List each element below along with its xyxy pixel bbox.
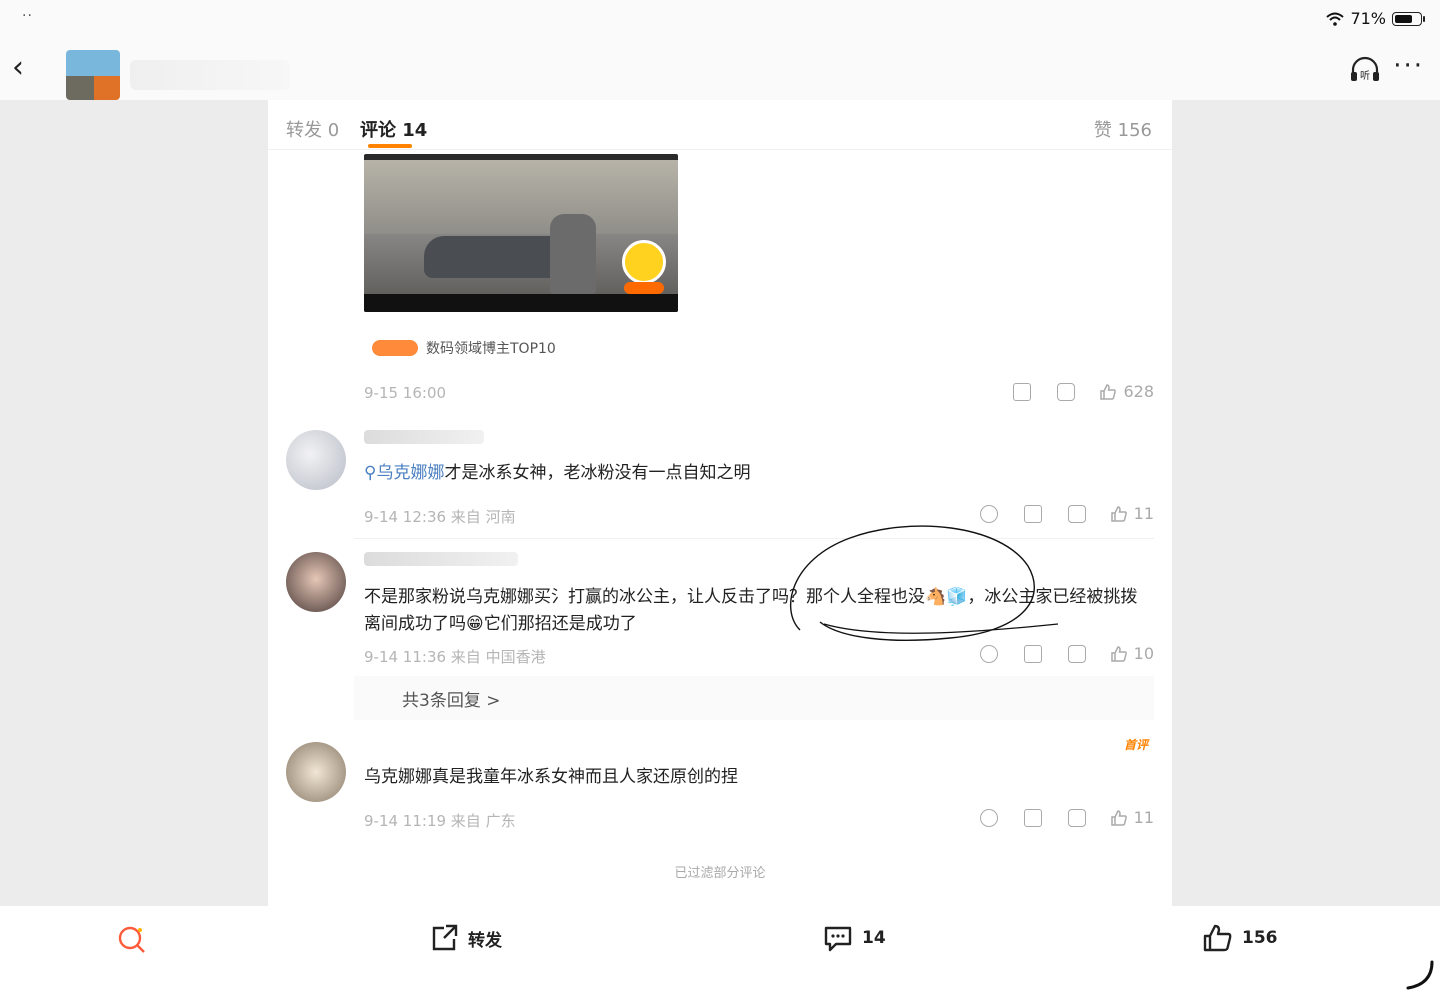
- tab-like[interactable]: 赞 156: [1094, 116, 1152, 142]
- replies-expander[interactable]: 共3条回复 >: [354, 676, 1154, 720]
- comment-text: 乌克娜娜真是我童年冰系女神而且人家还原创的捏: [364, 767, 738, 787]
- headphones-icon[interactable]: 听: [1348, 54, 1382, 84]
- more-icon[interactable]: ···: [1393, 53, 1424, 79]
- blurred-username: [364, 430, 484, 444]
- like-button[interactable]: 156: [1202, 922, 1278, 954]
- status-dots: ··: [22, 8, 33, 24]
- comment-text: ⚲乌克娜娜才是冰系女神，老冰粉没有一点自知之明: [364, 463, 751, 483]
- comment-actions: 11: [954, 504, 1154, 523]
- comment-avatar[interactable]: [286, 430, 346, 490]
- like-count: 11: [1133, 504, 1154, 523]
- search-icon: ⚲: [364, 463, 377, 483]
- dislike-icon[interactable]: [979, 504, 998, 523]
- replies-label: 共3条回复 >: [402, 691, 501, 711]
- mention-link[interactable]: 乌克娜娜: [376, 463, 444, 483]
- status-bar: ·· 71%: [0, 0, 1440, 38]
- reply-icon[interactable]: [1067, 808, 1086, 827]
- comment-icon: [824, 926, 852, 952]
- comment-icon[interactable]: [1057, 382, 1076, 401]
- comment-actions: 11: [954, 808, 1154, 827]
- divider: [354, 538, 1154, 539]
- top10-label: 数码领域博主TOP10: [426, 341, 556, 357]
- share-icon[interactable]: [1013, 382, 1032, 401]
- wifi-icon: [1326, 12, 1345, 26]
- comment-like-button[interactable]: 11: [1110, 504, 1154, 523]
- share-icon[interactable]: [1023, 808, 1042, 827]
- comment-meta: 9-14 12:36 来自 河南: [364, 508, 516, 526]
- thumbs-up-icon: [1110, 645, 1127, 662]
- first-comment-badge: 首评: [1123, 738, 1148, 752]
- comment-count: 14: [862, 928, 886, 948]
- comment-panel: 转发 0 评论 14 赞 156 数码领域博主TOP10 9-15 16:00 …: [268, 100, 1172, 906]
- video-thumbnail[interactable]: [364, 154, 678, 312]
- svg-text:听: 听: [1360, 70, 1370, 82]
- post-like-count: 628: [1123, 382, 1154, 401]
- share-icon[interactable]: [1023, 504, 1042, 523]
- dislike-icon[interactable]: [979, 644, 998, 663]
- share-icon: [432, 924, 458, 951]
- tab-bar: 转发 0 评论 14 赞 156: [268, 100, 1172, 150]
- tab-comment[interactable]: 评论 14: [360, 116, 427, 142]
- comment-like-button[interactable]: 10: [1110, 644, 1154, 663]
- comment-button[interactable]: 14: [822, 922, 886, 954]
- comment-meta: 9-14 11:19 来自 广东: [364, 812, 516, 830]
- like-count: 11: [1133, 808, 1154, 827]
- like-count: 10: [1133, 644, 1154, 663]
- comment-text: 不是那家粉说乌克娜娜买氵打赢的冰公主，让人反击了吗？那个人全程也没🐴🧊，冰公主家…: [364, 587, 1138, 634]
- top-nav: ‹ 听 ···: [0, 38, 1440, 100]
- top10-badge[interactable]: 数码领域博主TOP10: [372, 338, 556, 358]
- tab-active-indicator: [368, 144, 412, 148]
- repost-label: 转发: [468, 930, 502, 951]
- avatar[interactable]: [66, 50, 120, 100]
- like-count: 156: [1242, 928, 1278, 948]
- comment-meta: 9-14 11:36 来自 中国香港: [364, 648, 546, 666]
- thumbs-up-icon: [1110, 505, 1127, 522]
- thumbs-up-icon: [1110, 809, 1127, 826]
- battery-icon: [1392, 11, 1425, 26]
- comment-actions: 10: [954, 644, 1154, 663]
- thumbs-up-icon: [1100, 383, 1117, 400]
- filtered-notice: 已过滤部分评论: [674, 866, 766, 881]
- comment-avatar[interactable]: [286, 552, 346, 612]
- back-icon[interactable]: ‹: [12, 53, 36, 83]
- reply-icon[interactable]: [1067, 644, 1086, 663]
- comment-like-button[interactable]: 11: [1110, 808, 1154, 827]
- battery-percent: 71%: [1350, 9, 1386, 28]
- dislike-icon[interactable]: [979, 808, 998, 827]
- comment-avatar[interactable]: [286, 742, 346, 802]
- share-icon[interactable]: [1023, 644, 1042, 663]
- post-like-button[interactable]: 628: [1099, 382, 1154, 401]
- search-icon: [118, 926, 145, 953]
- thumbs-up-icon: [1203, 924, 1232, 952]
- reply-icon[interactable]: [1067, 504, 1086, 523]
- tab-repost[interactable]: 转发 0: [286, 116, 339, 142]
- bottom-action-bar: 转发 14 156: [0, 906, 1440, 1000]
- repost-button[interactable]: 转发: [428, 922, 502, 954]
- blurred-username: [130, 60, 290, 90]
- rank-chip: [372, 340, 418, 356]
- loading-spinner-icon: [1406, 960, 1434, 990]
- blurred-username: [364, 552, 518, 566]
- post-timestamp: 9-15 16:00: [364, 384, 447, 402]
- search-button[interactable]: [116, 924, 148, 956]
- post-actions: 628: [987, 382, 1154, 401]
